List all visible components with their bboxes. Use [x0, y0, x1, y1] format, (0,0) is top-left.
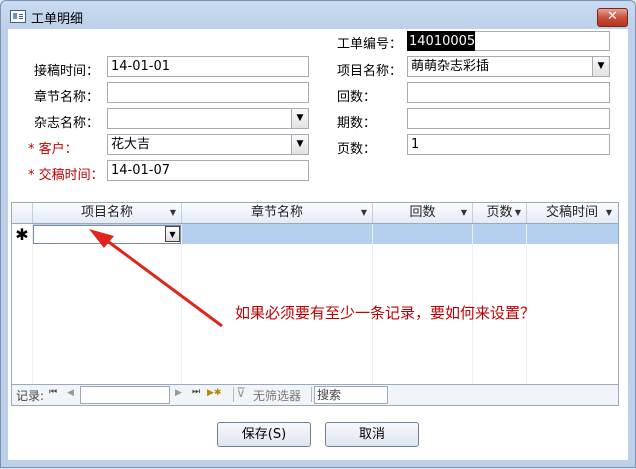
- next-record-button[interactable]: ▶: [175, 388, 182, 398]
- issue-field[interactable]: [407, 108, 610, 129]
- column-label: 页数: [486, 205, 513, 220]
- customer-value: 花大吉: [111, 137, 151, 152]
- form-body: 工单编号： 14010005 接稿时间： 14-01-01 项目名称： 萌萌杂志…: [8, 29, 628, 460]
- nav-divider: [311, 387, 312, 402]
- new-record-marker[interactable]: ✱: [12, 224, 33, 244]
- project-name-value: 萌萌杂志彩插: [411, 59, 490, 74]
- delivery-time-field[interactable]: 14-01-07: [107, 160, 309, 181]
- last-record-button[interactable]: ⏭: [192, 387, 200, 397]
- filter-status[interactable]: 无筛选器: [253, 387, 301, 404]
- project-name-select[interactable]: 萌萌杂志彩插 ▼: [407, 56, 610, 77]
- column-header-episode[interactable]: 回数 ▼: [373, 203, 473, 223]
- dropdown-icon[interactable]: ▼: [165, 226, 180, 242]
- magazine-name-select[interactable]: ▼: [107, 108, 309, 129]
- column-label: 项目名称: [80, 205, 133, 220]
- nav-divider: [233, 387, 234, 402]
- prev-record-button[interactable]: ◀: [67, 388, 74, 398]
- window-title: 工单明细: [31, 12, 84, 27]
- column-header-pages[interactable]: 页数 ▼: [473, 203, 527, 223]
- cancel-button[interactable]: 取消: [325, 422, 419, 447]
- order-no-field[interactable]: 14010005: [407, 31, 475, 51]
- record-number-input[interactable]: [80, 386, 170, 404]
- column-label: 章节名称: [250, 205, 303, 220]
- grid-divider: [181, 224, 182, 384]
- magazine-name-label: 杂志名称：: [34, 116, 100, 131]
- pages-label: 页数：: [337, 142, 377, 157]
- record-label: 记录:: [16, 389, 45, 403]
- delivery-time-label: * 交稿时间：: [28, 168, 104, 183]
- search-input[interactable]: 搜索: [314, 386, 388, 404]
- column-header-delivery[interactable]: 交稿时间 ▼: [527, 203, 617, 223]
- first-record-button[interactable]: ⏮: [49, 387, 57, 397]
- order-no-label: 工单编号：: [337, 37, 403, 52]
- issue-label: 期数：: [337, 116, 377, 131]
- datasheet-header: 项目名称 ▼ 章节名称 ▼ 回数 ▼ 页数 ▼ 交稿时间 ▼: [12, 203, 618, 224]
- episode-label: 回数：: [337, 90, 377, 105]
- episode-field[interactable]: [407, 82, 610, 103]
- dialog-window: 工单明细 ✕ 工单编号： 14010005 接稿时间： 14-01-01 项目名…: [0, 0, 636, 468]
- chapter-name-field[interactable]: [107, 82, 309, 103]
- dropdown-icon[interactable]: ▼: [291, 109, 308, 128]
- column-header-project[interactable]: 项目名称 ▼: [33, 203, 182, 223]
- select-all-corner[interactable]: [12, 203, 33, 223]
- dropdown-icon[interactable]: ▼: [291, 135, 308, 154]
- project-name-label: 项目名称：: [337, 64, 403, 79]
- column-label: 回数: [409, 205, 436, 220]
- column-label: 交稿时间: [545, 205, 598, 220]
- save-button[interactable]: 保存(S): [217, 422, 311, 447]
- submit-time-field[interactable]: 14-01-01: [107, 56, 309, 77]
- record-navigation-bar: 记录: ⏮ ◀ ▶ ⏭ ▶✱ ⊽ 无筛选器 搜索: [12, 384, 618, 405]
- column-header-chapter[interactable]: 章节名称 ▼: [182, 203, 373, 223]
- pages-field[interactable]: 1: [407, 134, 610, 155]
- chapter-name-label: 章节名称：: [34, 90, 100, 105]
- filter-icon: ⊽: [236, 386, 246, 401]
- customer-label: * 客户：: [28, 142, 78, 157]
- customer-select[interactable]: 花大吉 ▼: [107, 134, 309, 155]
- new-record-button[interactable]: ▶✱: [207, 388, 221, 398]
- submit-time-label: 接稿时间：: [34, 64, 100, 79]
- close-button[interactable]: ✕: [597, 8, 628, 27]
- annotation-text: 如果必须要有至少一条记录，要如何来设置？: [235, 304, 536, 322]
- dropdown-icon[interactable]: ▼: [592, 57, 609, 76]
- form-icon: [10, 10, 26, 23]
- order-no-field-rest[interactable]: [475, 31, 610, 51]
- project-name-combo[interactable]: [33, 225, 181, 244]
- title-bar[interactable]: 工单明细 ✕: [1, 1, 635, 31]
- grid-divider: [32, 224, 33, 384]
